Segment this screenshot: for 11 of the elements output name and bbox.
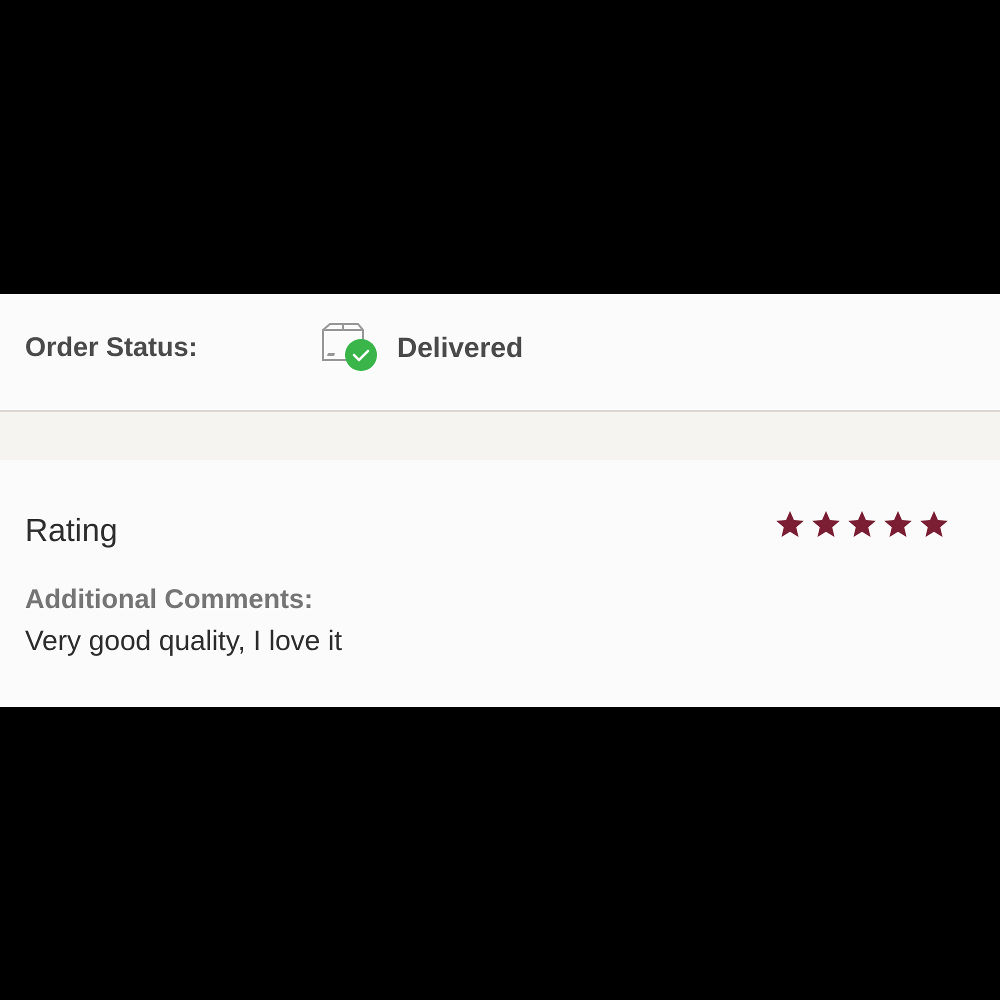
order-status-label: Order Status:	[25, 332, 198, 362]
filled-star-icon	[812, 510, 840, 538]
filled-star-icon	[848, 510, 876, 538]
order-status-value: Delivered	[397, 332, 524, 364]
comments-label: Additional Comments:	[25, 582, 313, 616]
filled-star-icon	[776, 510, 804, 538]
filled-star-icon	[884, 510, 912, 538]
filled-star-icon	[920, 510, 948, 538]
box-check-icon	[322, 323, 378, 372]
rating-title: Rating	[25, 510, 118, 550]
comment-text: Very good quality, I love it	[25, 624, 342, 658]
